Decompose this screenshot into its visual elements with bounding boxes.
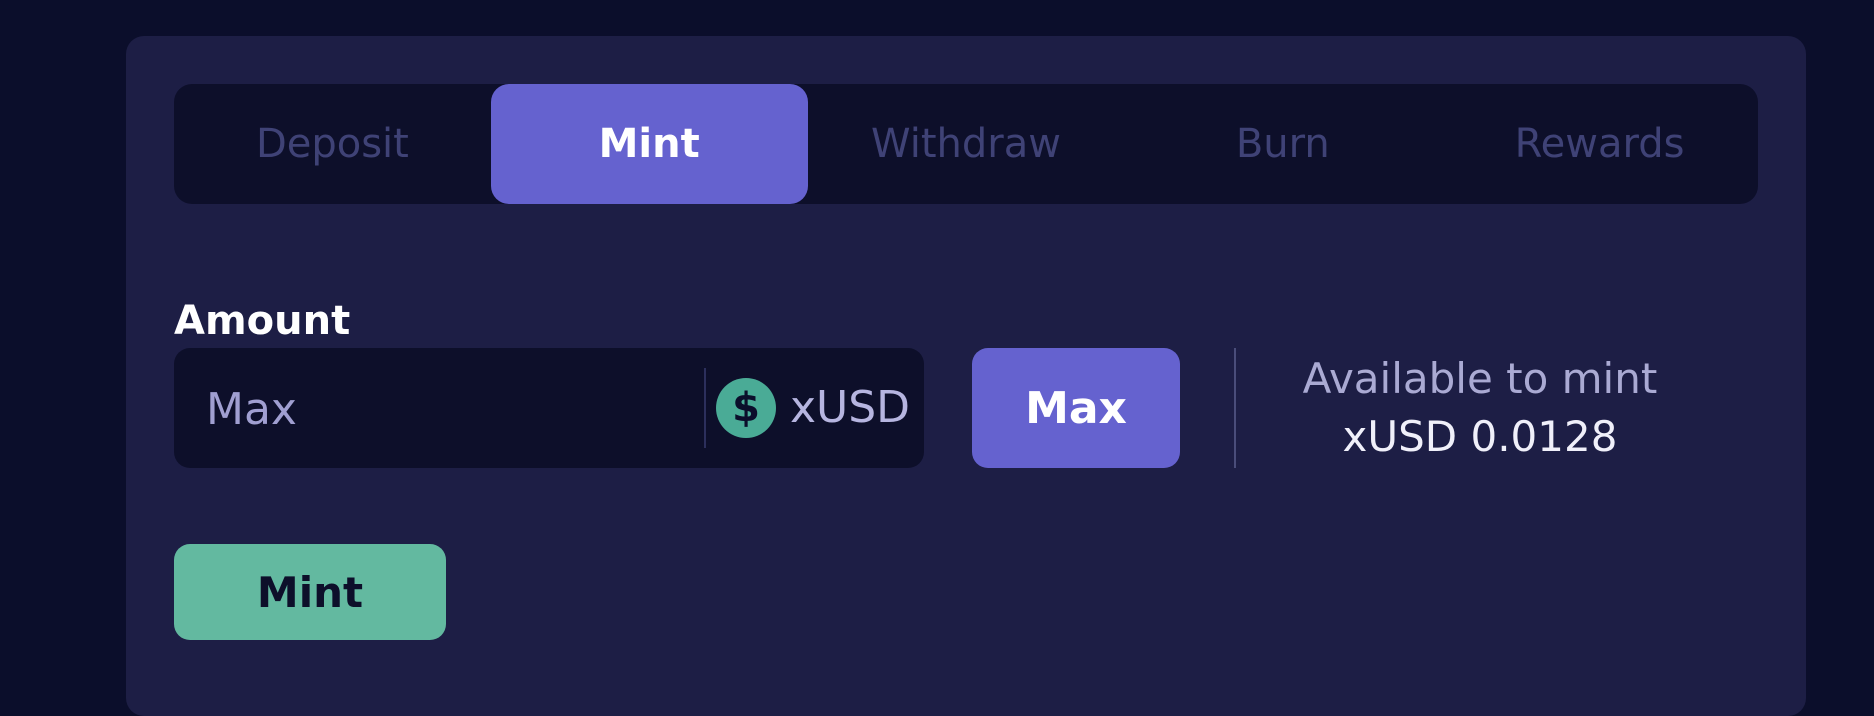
tab-bar: Deposit Mint Withdraw Burn Rewards: [174, 84, 1758, 204]
amount-field: $ xUSD: [174, 348, 924, 470]
amount-label: Amount: [174, 298, 351, 344]
mint-panel: Deposit Mint Withdraw Burn Rewards Amoun…: [126, 36, 1806, 716]
divider: [1234, 348, 1236, 468]
tab-mint[interactable]: Mint: [490, 84, 808, 204]
tab-deposit[interactable]: Deposit: [174, 84, 491, 204]
field-divider: [704, 368, 706, 448]
available-to-mint: Available to mint xUSD 0.0128: [1238, 348, 1722, 468]
max-button[interactable]: Max: [972, 348, 1180, 468]
tab-withdraw[interactable]: Withdraw: [808, 84, 1125, 204]
dollar-coin-icon: $: [716, 378, 776, 438]
available-label: Available to mint: [1302, 354, 1658, 403]
mint-button[interactable]: Mint: [174, 544, 446, 640]
available-value: xUSD 0.0128: [1342, 412, 1618, 461]
amount-input[interactable]: [204, 348, 688, 470]
tab-burn[interactable]: Burn: [1124, 84, 1441, 204]
token-label: xUSD: [790, 382, 911, 433]
tab-rewards[interactable]: Rewards: [1441, 84, 1758, 204]
